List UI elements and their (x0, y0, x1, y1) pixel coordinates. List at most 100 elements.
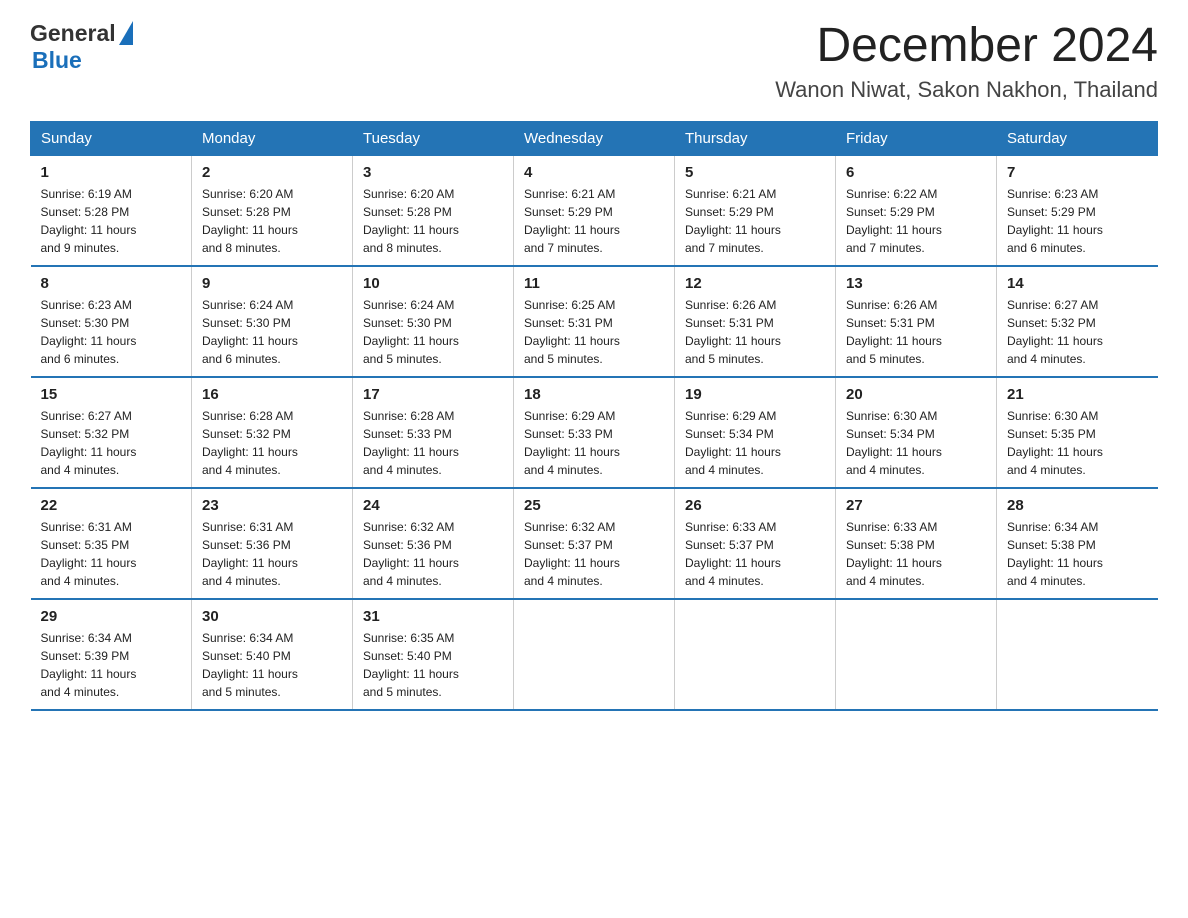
day-info: Sunrise: 6:30 AM Sunset: 5:35 PM Dayligh… (1007, 407, 1148, 479)
day-info: Sunrise: 6:29 AM Sunset: 5:34 PM Dayligh… (685, 407, 825, 479)
day-number: 2 (202, 164, 342, 181)
calendar-day-cell: 1 Sunrise: 6:19 AM Sunset: 5:28 PM Daylig… (31, 155, 192, 266)
day-info: Sunrise: 6:31 AM Sunset: 5:35 PM Dayligh… (41, 518, 182, 590)
day-info: Sunrise: 6:26 AM Sunset: 5:31 PM Dayligh… (685, 296, 825, 368)
calendar-month-year: December 2024 (775, 20, 1158, 73)
day-number: 28 (1007, 497, 1148, 514)
calendar-day-cell: 25 Sunrise: 6:32 AM Sunset: 5:37 PM Dayli… (514, 488, 675, 599)
day-number: 25 (524, 497, 664, 514)
calendar-table: SundayMondayTuesdayWednesdayThursdayFrid… (30, 121, 1158, 711)
day-info: Sunrise: 6:28 AM Sunset: 5:32 PM Dayligh… (202, 407, 342, 479)
calendar-day-cell: 21 Sunrise: 6:30 AM Sunset: 5:35 PM Dayli… (997, 377, 1158, 488)
day-number: 14 (1007, 275, 1148, 292)
calendar-day-cell: 30 Sunrise: 6:34 AM Sunset: 5:40 PM Dayli… (192, 599, 353, 710)
calendar-day-cell: 10 Sunrise: 6:24 AM Sunset: 5:30 PM Dayli… (353, 266, 514, 377)
day-info: Sunrise: 6:27 AM Sunset: 5:32 PM Dayligh… (1007, 296, 1148, 368)
day-number: 1 (41, 164, 182, 181)
day-number: 17 (363, 386, 503, 403)
calendar-week-row: 1 Sunrise: 6:19 AM Sunset: 5:28 PM Daylig… (31, 155, 1158, 266)
day-number: 30 (202, 608, 342, 625)
calendar-day-cell: 9 Sunrise: 6:24 AM Sunset: 5:30 PM Daylig… (192, 266, 353, 377)
day-number: 22 (41, 497, 182, 514)
day-number: 15 (41, 386, 182, 403)
day-info: Sunrise: 6:27 AM Sunset: 5:32 PM Dayligh… (41, 407, 182, 479)
day-number: 31 (363, 608, 503, 625)
day-info: Sunrise: 6:33 AM Sunset: 5:38 PM Dayligh… (846, 518, 986, 590)
calendar-header-row: SundayMondayTuesdayWednesdayThursdayFrid… (31, 121, 1158, 155)
day-info: Sunrise: 6:24 AM Sunset: 5:30 PM Dayligh… (202, 296, 342, 368)
calendar-day-cell: 2Sunrise: 6:20 AM Sunset: 5:28 PM Daylig… (192, 155, 353, 266)
day-info: Sunrise: 6:22 AM Sunset: 5:29 PM Dayligh… (846, 185, 986, 257)
day-info: Sunrise: 6:34 AM Sunset: 5:38 PM Dayligh… (1007, 518, 1148, 590)
page-header: General Blue December 2024 Wanon Niwat, … (30, 20, 1158, 103)
day-info: Sunrise: 6:23 AM Sunset: 5:29 PM Dayligh… (1007, 185, 1148, 257)
calendar-title-block: December 2024 Wanon Niwat, Sakon Nakhon,… (775, 20, 1158, 103)
day-number: 20 (846, 386, 986, 403)
day-info: Sunrise: 6:25 AM Sunset: 5:31 PM Dayligh… (524, 296, 664, 368)
calendar-week-row: 15 Sunrise: 6:27 AM Sunset: 5:32 PM Dayli… (31, 377, 1158, 488)
day-info: Sunrise: 6:34 AM Sunset: 5:40 PM Dayligh… (202, 629, 342, 701)
day-info: Sunrise: 6:21 AM Sunset: 5:29 PM Dayligh… (524, 185, 664, 257)
day-number: 10 (363, 275, 503, 292)
logo: General Blue (30, 20, 133, 74)
day-info: Sunrise: 6:23 AM Sunset: 5:30 PM Dayligh… (41, 296, 182, 368)
calendar-day-cell: 23 Sunrise: 6:31 AM Sunset: 5:36 PM Dayli… (192, 488, 353, 599)
calendar-day-cell: 14 Sunrise: 6:27 AM Sunset: 5:32 PM Dayli… (997, 266, 1158, 377)
calendar-week-row: 8 Sunrise: 6:23 AM Sunset: 5:30 PM Daylig… (31, 266, 1158, 377)
day-info: Sunrise: 6:35 AM Sunset: 5:40 PM Dayligh… (363, 629, 503, 701)
calendar-day-cell: 31 Sunrise: 6:35 AM Sunset: 5:40 PM Dayli… (353, 599, 514, 710)
calendar-day-cell (997, 599, 1158, 710)
day-number: 29 (41, 608, 182, 625)
day-of-week-header: Friday (836, 121, 997, 155)
day-info: Sunrise: 6:34 AM Sunset: 5:39 PM Dayligh… (41, 629, 182, 701)
calendar-day-cell: 20 Sunrise: 6:30 AM Sunset: 5:34 PM Dayli… (836, 377, 997, 488)
logo-blue-text: Blue (32, 47, 82, 73)
day-of-week-header: Wednesday (514, 121, 675, 155)
calendar-day-cell: 3Sunrise: 6:20 AM Sunset: 5:28 PM Daylig… (353, 155, 514, 266)
calendar-day-cell (836, 599, 997, 710)
calendar-day-cell: 11Sunrise: 6:25 AM Sunset: 5:31 PM Dayli… (514, 266, 675, 377)
day-number: 24 (363, 497, 503, 514)
day-number: 3 (363, 164, 503, 181)
day-number: 27 (846, 497, 986, 514)
logo-triangle-icon (119, 21, 133, 45)
day-info: Sunrise: 6:26 AM Sunset: 5:31 PM Dayligh… (846, 296, 986, 368)
day-number: 26 (685, 497, 825, 514)
calendar-day-cell: 7Sunrise: 6:23 AM Sunset: 5:29 PM Daylig… (997, 155, 1158, 266)
calendar-day-cell: 13 Sunrise: 6:26 AM Sunset: 5:31 PM Dayli… (836, 266, 997, 377)
calendar-day-cell: 8 Sunrise: 6:23 AM Sunset: 5:30 PM Daylig… (31, 266, 192, 377)
calendar-day-cell: 16 Sunrise: 6:28 AM Sunset: 5:32 PM Dayli… (192, 377, 353, 488)
calendar-day-cell (675, 599, 836, 710)
calendar-day-cell: 4 Sunrise: 6:21 AM Sunset: 5:29 PM Daylig… (514, 155, 675, 266)
calendar-day-cell: 12Sunrise: 6:26 AM Sunset: 5:31 PM Dayli… (675, 266, 836, 377)
logo-general-text: General (30, 20, 116, 47)
day-number: 8 (41, 275, 182, 292)
day-number: 6 (846, 164, 986, 181)
day-number: 19 (685, 386, 825, 403)
calendar-day-cell: 19 Sunrise: 6:29 AM Sunset: 5:34 PM Dayli… (675, 377, 836, 488)
day-of-week-header: Tuesday (353, 121, 514, 155)
day-number: 21 (1007, 386, 1148, 403)
day-of-week-header: Saturday (997, 121, 1158, 155)
calendar-week-row: 22 Sunrise: 6:31 AM Sunset: 5:35 PM Dayli… (31, 488, 1158, 599)
day-info: Sunrise: 6:28 AM Sunset: 5:33 PM Dayligh… (363, 407, 503, 479)
day-of-week-header: Monday (192, 121, 353, 155)
day-info: Sunrise: 6:19 AM Sunset: 5:28 PM Dayligh… (41, 185, 182, 257)
day-number: 23 (202, 497, 342, 514)
day-info: Sunrise: 6:30 AM Sunset: 5:34 PM Dayligh… (846, 407, 986, 479)
day-info: Sunrise: 6:31 AM Sunset: 5:36 PM Dayligh… (202, 518, 342, 590)
day-number: 9 (202, 275, 342, 292)
calendar-day-cell (514, 599, 675, 710)
day-number: 5 (685, 164, 825, 181)
day-info: Sunrise: 6:29 AM Sunset: 5:33 PM Dayligh… (524, 407, 664, 479)
day-info: Sunrise: 6:24 AM Sunset: 5:30 PM Dayligh… (363, 296, 503, 368)
day-info: Sunrise: 6:32 AM Sunset: 5:37 PM Dayligh… (524, 518, 664, 590)
day-number: 13 (846, 275, 986, 292)
day-of-week-header: Sunday (31, 121, 192, 155)
calendar-day-cell: 17 Sunrise: 6:28 AM Sunset: 5:33 PM Dayli… (353, 377, 514, 488)
calendar-day-cell: 22 Sunrise: 6:31 AM Sunset: 5:35 PM Dayli… (31, 488, 192, 599)
day-number: 4 (524, 164, 664, 181)
calendar-day-cell: 27 Sunrise: 6:33 AM Sunset: 5:38 PM Dayli… (836, 488, 997, 599)
day-number: 16 (202, 386, 342, 403)
calendar-day-cell: 28 Sunrise: 6:34 AM Sunset: 5:38 PM Dayli… (997, 488, 1158, 599)
